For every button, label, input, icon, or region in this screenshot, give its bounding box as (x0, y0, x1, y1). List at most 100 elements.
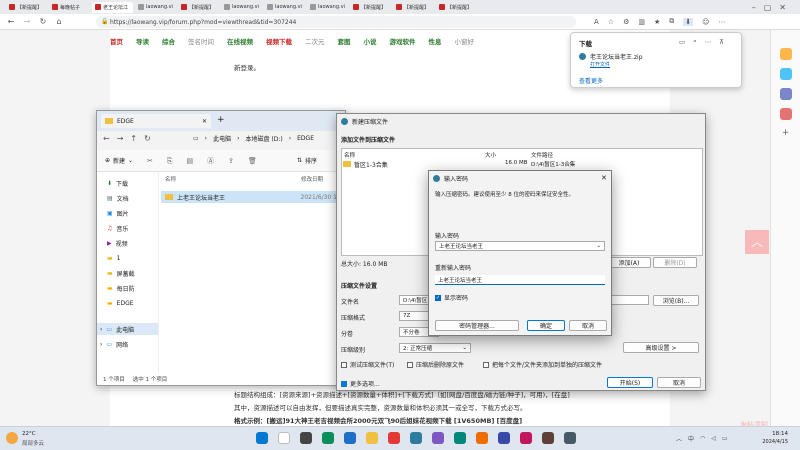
sidebar-item-folder[interactable]: ▬ 1 (97, 252, 158, 264)
sidebar-item-folder[interactable]: ▬ EDGE (97, 297, 158, 309)
paste-icon[interactable]: ▤ (186, 157, 193, 165)
extensions-icon[interactable]: ⚙ (623, 18, 629, 26)
delete-icon[interactable]: 🗑 (248, 157, 257, 165)
app-icon[interactable] (322, 432, 334, 444)
share-icon[interactable]: ⇪ (228, 157, 234, 165)
browser-tab[interactable]: 【新提醒】 (393, 2, 434, 13)
wifi-icon[interactable]: ◠ (700, 435, 705, 442)
volume-icon[interactable]: ◁ (711, 435, 716, 442)
breadcrumb-item[interactable]: EDGE (297, 135, 314, 142)
forward-icon[interactable]: → (117, 134, 124, 143)
app-icon[interactable] (520, 432, 532, 444)
more-icon[interactable]: ⋯ (718, 18, 725, 26)
password-manager-button[interactable]: 密码管理器... (435, 320, 519, 331)
forward-icon[interactable]: → (22, 17, 32, 27)
more-options-link[interactable]: 更多选项... (341, 379, 380, 388)
start-icon[interactable] (256, 432, 268, 444)
column-header-name[interactable]: 名称 (165, 175, 176, 183)
browser-tab[interactable]: 【新提醒】 (350, 2, 391, 13)
advanced-settings-button[interactable]: 高级设置 > (623, 342, 699, 353)
refresh-icon[interactable]: ↻ (38, 17, 48, 27)
task-view-icon[interactable] (300, 432, 312, 444)
nav-link[interactable]: 视频下载 (266, 36, 292, 50)
open-file-link[interactable]: 打开文件 (590, 61, 610, 68)
split-screen-icon[interactable]: ▥ (638, 18, 645, 26)
ime-icon[interactable]: 中 (688, 434, 694, 443)
separate-archive-checkbox[interactable]: 把每个文件/文件夹添加到单独的压缩文件 (483, 360, 602, 369)
favorites-icon[interactable]: ★ (654, 18, 660, 26)
breadcrumb-item[interactable]: 本地磁盘 (D:) (246, 134, 283, 143)
add-button[interactable]: 添加(A) (607, 257, 651, 268)
download-filename[interactable]: 老王论坛当老王.zip (590, 52, 643, 61)
sidebar-item-network[interactable]: › ▭ 网络 (97, 338, 158, 350)
sidebar-item-pictures[interactable]: ▣ 图片 (97, 207, 158, 219)
level-select[interactable]: 2: 正常压缩 ⌄ (399, 343, 471, 353)
file-row[interactable]: 上老王论坛当老王 2021/6/30 1 (161, 191, 341, 203)
nav-link[interactable]: 小窗好 (455, 36, 475, 50)
nav-link[interactable]: 游戏软件 (390, 36, 416, 50)
lock-icon[interactable]: 🔒 (100, 17, 110, 27)
test-archive-checkbox[interactable]: 测试压缩文件(T) (341, 360, 394, 369)
app-icon[interactable] (388, 432, 400, 444)
nav-link-home[interactable]: 首页 (110, 36, 123, 50)
collections-icon[interactable]: ⧉ (669, 17, 674, 26)
weather-icon[interactable] (6, 432, 18, 444)
download-icon[interactable]: ⬇ (683, 17, 694, 26)
sidebar-item-downloads[interactable]: ⬇ 下载 (97, 177, 158, 189)
sidebar-app-icon[interactable] (779, 68, 792, 80)
sort-button[interactable]: ⇅ 排序 (297, 156, 317, 165)
search-icon[interactable]: ⌕ (693, 37, 697, 46)
new-button[interactable]: ⊕ 新建 ⌄ (105, 156, 133, 165)
url-input[interactable]: https://laowang.vip/forum.php?mod=viewth… (96, 16, 576, 28)
new-tab-icon[interactable]: + (217, 115, 225, 125)
nav-link[interactable]: 小说 (364, 36, 377, 50)
folder-icon[interactable]: ▭ (679, 38, 685, 46)
browser-tab[interactable]: laowang.vi (221, 2, 262, 13)
password-confirm-input[interactable]: 上老王论坛当老王 (435, 275, 605, 285)
copy-icon[interactable]: ⎘ (167, 157, 173, 166)
back-icon[interactable]: ← (103, 134, 110, 143)
file-explorer-icon[interactable] (366, 432, 378, 444)
more-icon[interactable]: ⋯ (705, 38, 712, 46)
app-icon[interactable] (454, 432, 466, 444)
sidebar-item-documents[interactable]: ▤ 文档 (97, 192, 158, 204)
browser-tab[interactable]: 【新提醒】 (436, 2, 477, 13)
sidebar-item-music[interactable]: ♫ 音乐 (97, 222, 158, 234)
browser-tab-active[interactable]: 老王论坛江 (92, 1, 133, 13)
app-icon[interactable] (564, 432, 576, 444)
delete-button[interactable]: 删除(D) (653, 257, 697, 268)
see-more-link[interactable]: 查看更多 (579, 76, 603, 85)
ok-button[interactable]: 确定 (527, 320, 565, 331)
browser-tab[interactable]: 【新提醒】 (178, 2, 219, 13)
browse-button[interactable]: 浏览(B)... (653, 295, 699, 306)
show-password-checkbox[interactable]: ✓ 显示密码 (435, 293, 468, 302)
chevron-up-icon[interactable]: ︿ (676, 434, 682, 443)
sidebar-add-icon[interactable]: + (771, 128, 800, 138)
app-icon[interactable] (432, 432, 444, 444)
start-button[interactable]: 开始(S) (607, 377, 653, 388)
nav-link[interactable]: 在线视频 (227, 36, 253, 50)
archive-app-icon[interactable] (410, 432, 422, 444)
refresh-icon[interactable]: ↻ (144, 134, 151, 143)
sidebar-item-this-pc[interactable]: › ▭ 此电脑 (97, 323, 158, 335)
nav-link[interactable]: 二次元 (305, 36, 325, 50)
column-header-date[interactable]: 修改日期 (301, 175, 323, 183)
cancel-button[interactable]: 取消 (569, 320, 607, 331)
home-icon[interactable]: ⌂ (54, 17, 64, 27)
nav-link[interactable]: 综合 (162, 36, 175, 50)
sidebar-item-folder[interactable]: ▬ 屏蓄截 (97, 267, 158, 279)
nav-link[interactable]: 签名时间 (188, 36, 214, 50)
breadcrumb-item[interactable]: 此电脑 (213, 134, 231, 143)
column-header-path[interactable]: 文件路径 (531, 151, 553, 159)
nav-link[interactable]: 导读 (136, 36, 149, 50)
profile-icon[interactable]: ☺ (702, 18, 709, 26)
read-aloud-icon[interactable]: A (594, 18, 599, 26)
rename-icon[interactable]: Ⓐ (207, 156, 214, 166)
clock-time[interactable]: 18:14 (758, 431, 788, 437)
browser-tab[interactable]: 每晚帖子 (49, 2, 90, 13)
delete-source-checkbox[interactable]: 压缩后删除原文件 (407, 360, 464, 369)
close-icon[interactable]: ✕ (601, 174, 607, 182)
cancel-button[interactable]: 取消 (657, 377, 701, 388)
sidebar-item-videos[interactable]: ▶ 视频 (97, 237, 158, 249)
app-icon[interactable] (476, 432, 488, 444)
